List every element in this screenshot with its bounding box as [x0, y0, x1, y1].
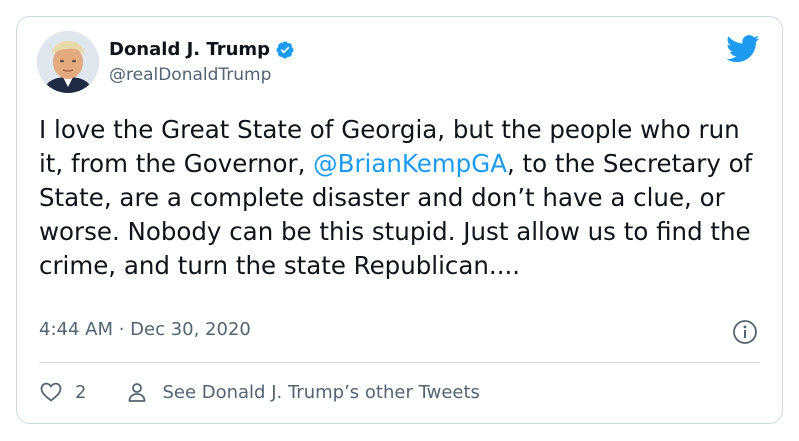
tweet-timestamp[interactable]: 4:44 AM · Dec 30, 2020: [39, 319, 251, 340]
author-handle[interactable]: @realDonaldTrump: [109, 65, 271, 85]
info-icon[interactable]: [732, 319, 758, 345]
heart-icon[interactable]: [39, 380, 63, 404]
tweet-actions: 2 See Donald J. Trump’s other Tweets: [39, 377, 480, 407]
like-count[interactable]: 2: [75, 382, 86, 403]
verified-badge-icon: [276, 40, 294, 59]
twitter-bird-icon[interactable]: [726, 35, 760, 63]
mention-link[interactable]: @BrianKempGA: [313, 149, 507, 178]
person-icon[interactable]: [126, 381, 148, 403]
author-display-name[interactable]: Donald J. Trump: [109, 39, 270, 60]
tweet-text: I love the Great State of Georgia, but t…: [39, 113, 769, 283]
see-other-tweets-link[interactable]: See Donald J. Trump’s other Tweets: [162, 382, 479, 403]
divider: [39, 362, 760, 363]
author-name-row: Donald J. Trump: [109, 39, 295, 60]
author-avatar[interactable]: [37, 31, 99, 93]
tweet-card[interactable]: Donald J. Trump @realDonaldTrump I love …: [16, 16, 783, 424]
